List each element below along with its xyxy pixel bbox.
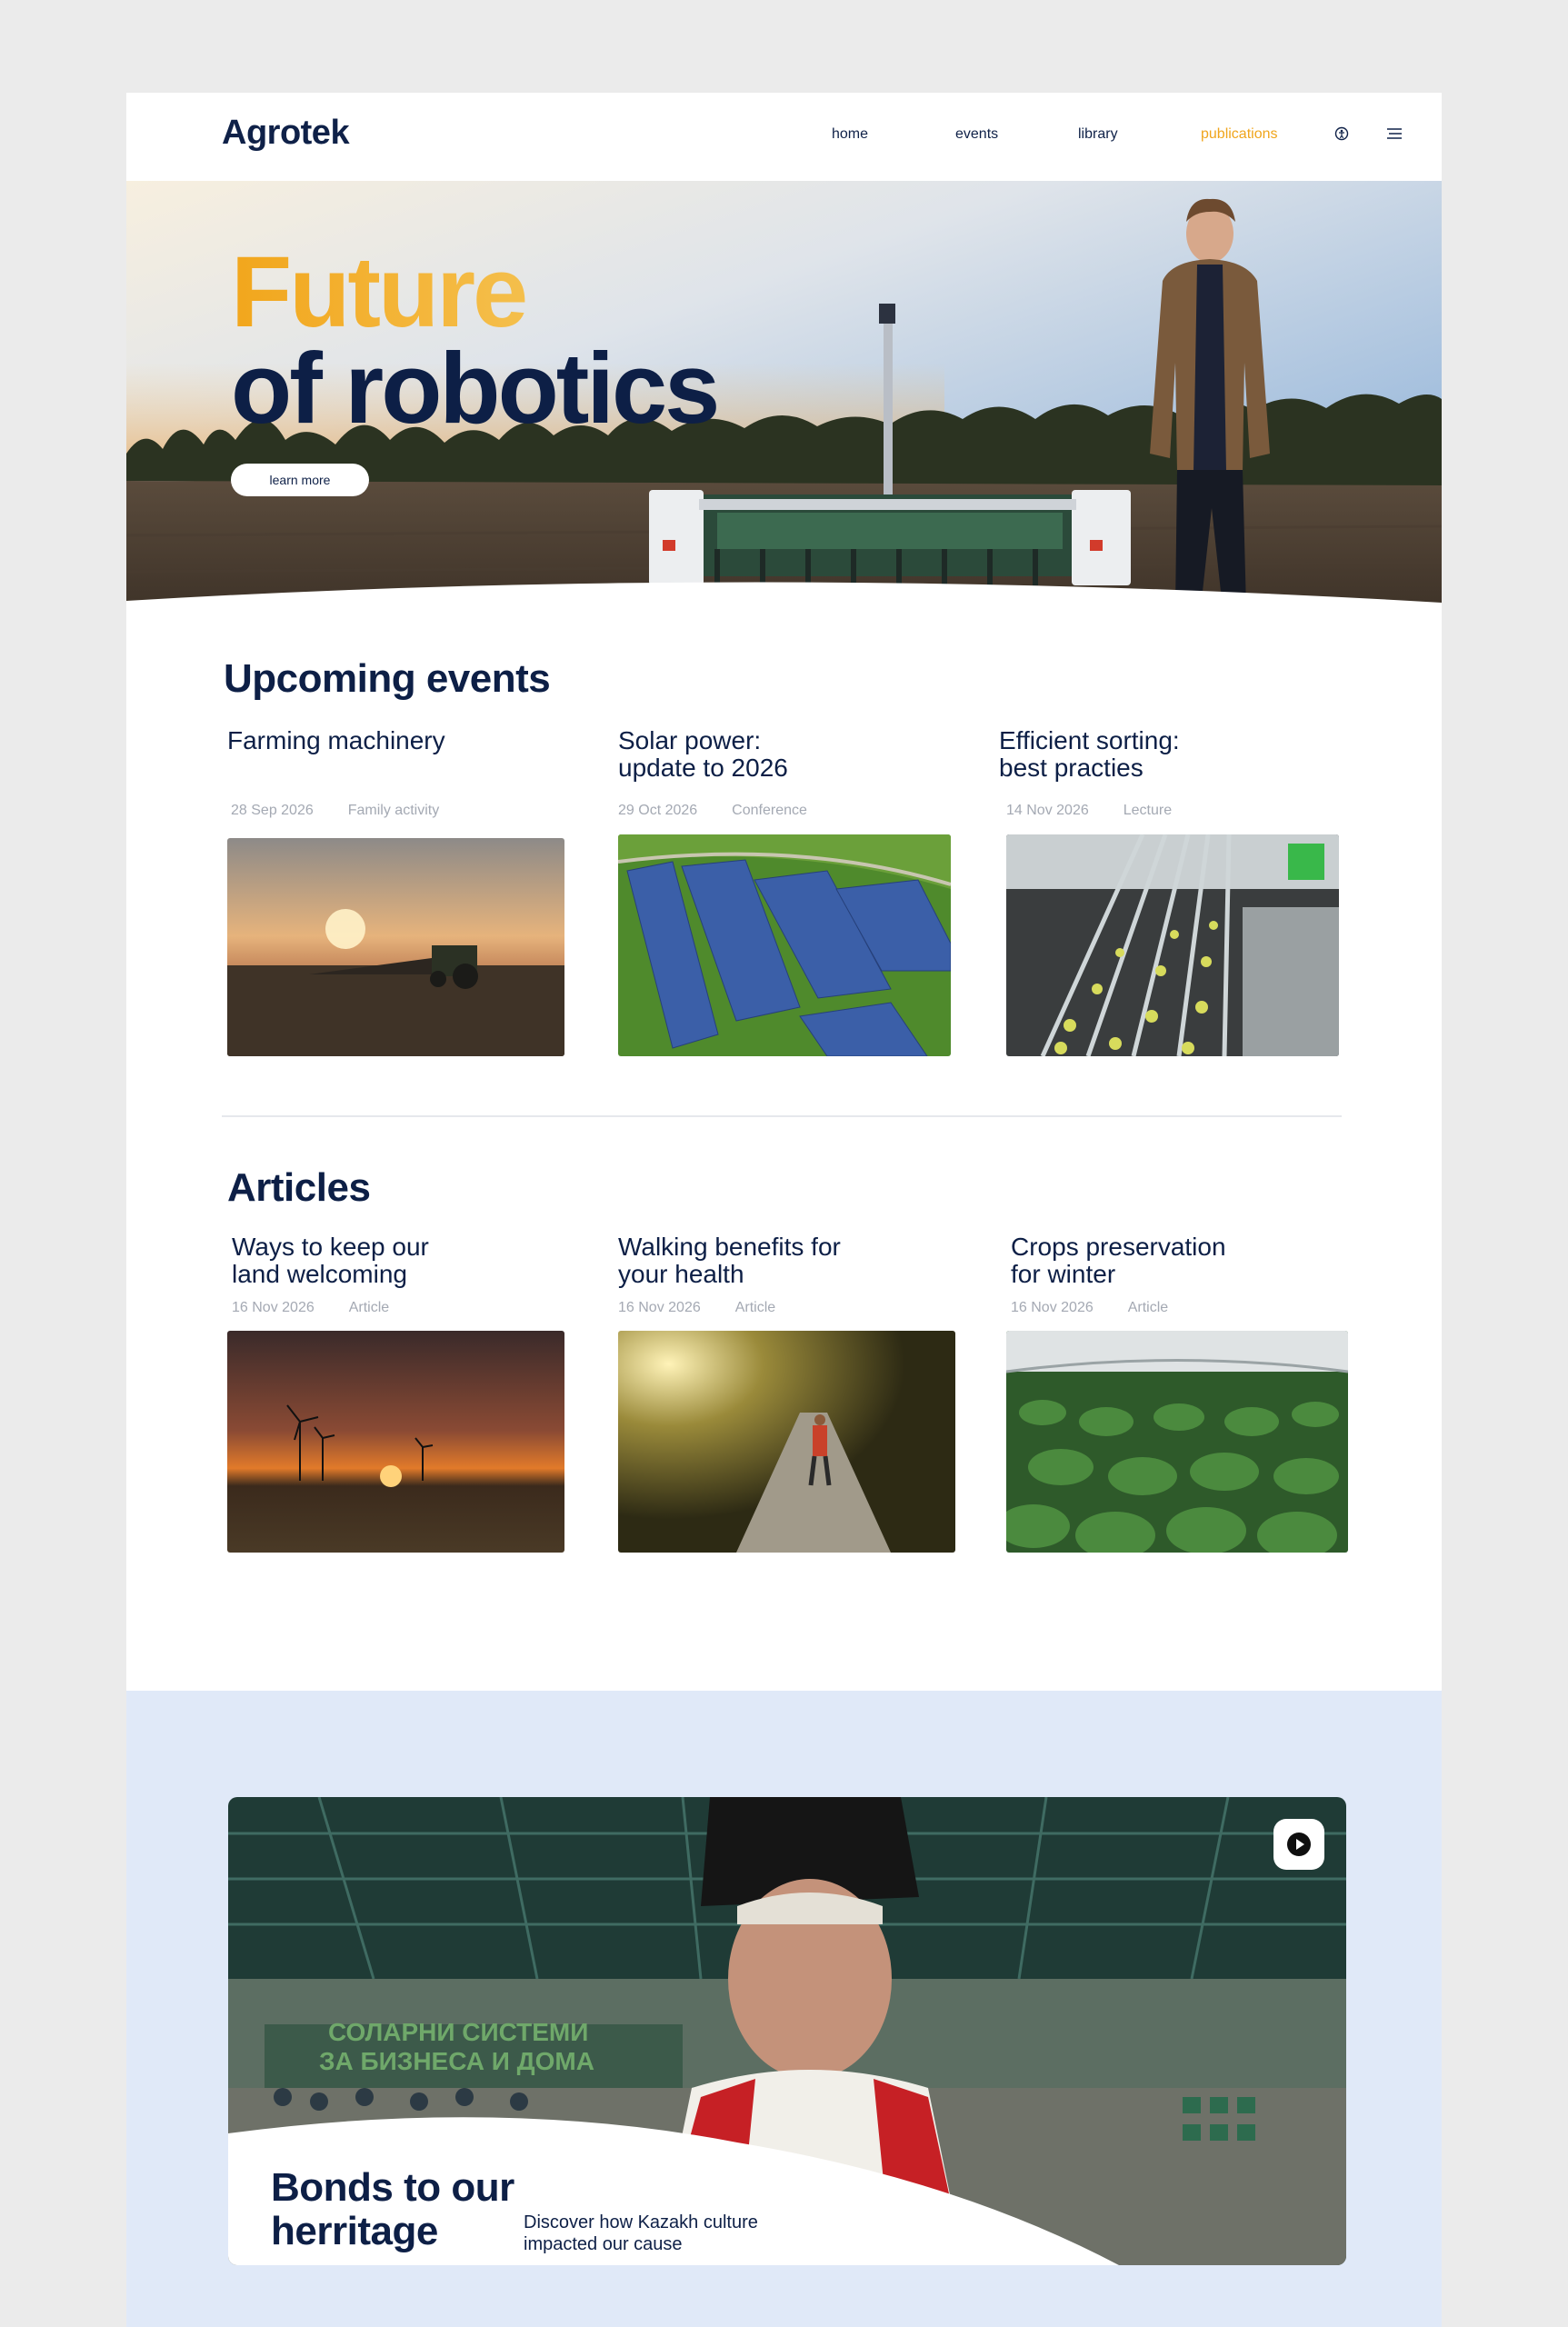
play-icon xyxy=(1287,1833,1311,1856)
event-type: Family activity xyxy=(347,803,440,818)
hero-banner: Future of robotics learn more xyxy=(126,181,1442,626)
event-date: 29 Oct 2026 xyxy=(618,803,698,818)
section-divider xyxy=(222,1115,1342,1117)
article-title[interactable]: Ways to keep our land welcoming xyxy=(232,1233,577,1288)
article-date: 16 Nov 2026 xyxy=(1011,1300,1094,1315)
article-image-greenhouse[interactable] xyxy=(1006,1331,1348,1553)
events-section-title: Upcoming events xyxy=(224,656,551,701)
learn-more-button[interactable]: learn more xyxy=(231,464,369,496)
nav-link-home[interactable]: home xyxy=(832,126,868,143)
accessibility-icon[interactable] xyxy=(1332,124,1352,144)
event-type: Conference xyxy=(732,803,807,818)
article-date: 16 Nov 2026 xyxy=(618,1300,701,1315)
logo[interactable]: Agrotek xyxy=(222,114,350,153)
article-card[interactable]: Crops preservation for winter xyxy=(1011,1233,1356,1288)
article-image-walking[interactable] xyxy=(618,1331,955,1553)
event-card[interactable]: Farming machinery xyxy=(227,727,573,754)
event-date: 28 Sep 2026 xyxy=(231,803,314,818)
event-title[interactable]: Farming machinery xyxy=(227,727,573,754)
heritage-section: СОЛАРНИ СИСТЕМИ ЗА БИЗНЕСА И ДОМА Bonds … xyxy=(126,1691,1442,2327)
article-meta: 16 Nov 2026 Article xyxy=(618,1300,810,1316)
article-type: Article xyxy=(1127,1300,1169,1315)
article-card[interactable]: Walking benefits for your health xyxy=(618,1233,964,1288)
article-meta: 16 Nov 2026 Article xyxy=(232,1300,424,1316)
event-meta: 14 Nov 2026 Lecture xyxy=(1006,803,1206,819)
event-image-sorting[interactable] xyxy=(1006,834,1339,1056)
event-image-tractor[interactable] xyxy=(227,838,564,1056)
article-title[interactable]: Crops preservation for winter xyxy=(1011,1233,1356,1288)
heritage-video-card[interactable]: СОЛАРНИ СИСТЕМИ ЗА БИЗНЕСА И ДОМА Bonds … xyxy=(228,1797,1346,2265)
article-date: 16 Nov 2026 xyxy=(232,1300,315,1315)
nav-link-publications[interactable]: publications xyxy=(1201,126,1278,143)
nav-link-library[interactable]: library xyxy=(1078,126,1118,143)
event-type: Lecture xyxy=(1123,803,1173,818)
heritage-description: Discover how Kazakh culture impacted our… xyxy=(524,2212,758,2254)
nav-link-events[interactable]: events xyxy=(955,126,998,143)
article-type: Article xyxy=(734,1300,776,1315)
hero-title-line2: of robotics xyxy=(231,333,720,444)
article-card[interactable]: Ways to keep our land welcoming xyxy=(232,1233,577,1288)
event-meta: 29 Oct 2026 Conference xyxy=(618,803,842,819)
event-meta: 28 Sep 2026 Family activity xyxy=(231,803,474,819)
articles-section-title: Articles xyxy=(227,1165,371,1210)
event-card[interactable]: Efficient sorting: best practies xyxy=(999,727,1344,782)
menu-icon[interactable] xyxy=(1384,124,1404,144)
page-container: Agrotek home events library publications xyxy=(126,93,1442,1691)
event-title[interactable]: Efficient sorting: best practies xyxy=(999,727,1344,782)
play-video-button[interactable] xyxy=(1273,1819,1324,1870)
top-nav: Agrotek home events library publications xyxy=(126,93,1442,181)
event-card[interactable]: Solar power: update to 2026 xyxy=(618,727,964,782)
article-title[interactable]: Walking benefits for your health xyxy=(618,1233,964,1288)
hero-title: Future of robotics xyxy=(231,243,720,444)
event-image-solar[interactable] xyxy=(618,834,951,1056)
hero-title-line1: Future xyxy=(231,243,717,343)
heritage-title: Bonds to our herritage xyxy=(271,2165,514,2253)
event-date: 14 Nov 2026 xyxy=(1006,803,1089,818)
article-type: Article xyxy=(348,1300,390,1315)
article-meta: 16 Nov 2026 Article xyxy=(1011,1300,1203,1316)
event-title[interactable]: Solar power: update to 2026 xyxy=(618,727,964,782)
article-image-wind[interactable] xyxy=(227,1331,564,1553)
